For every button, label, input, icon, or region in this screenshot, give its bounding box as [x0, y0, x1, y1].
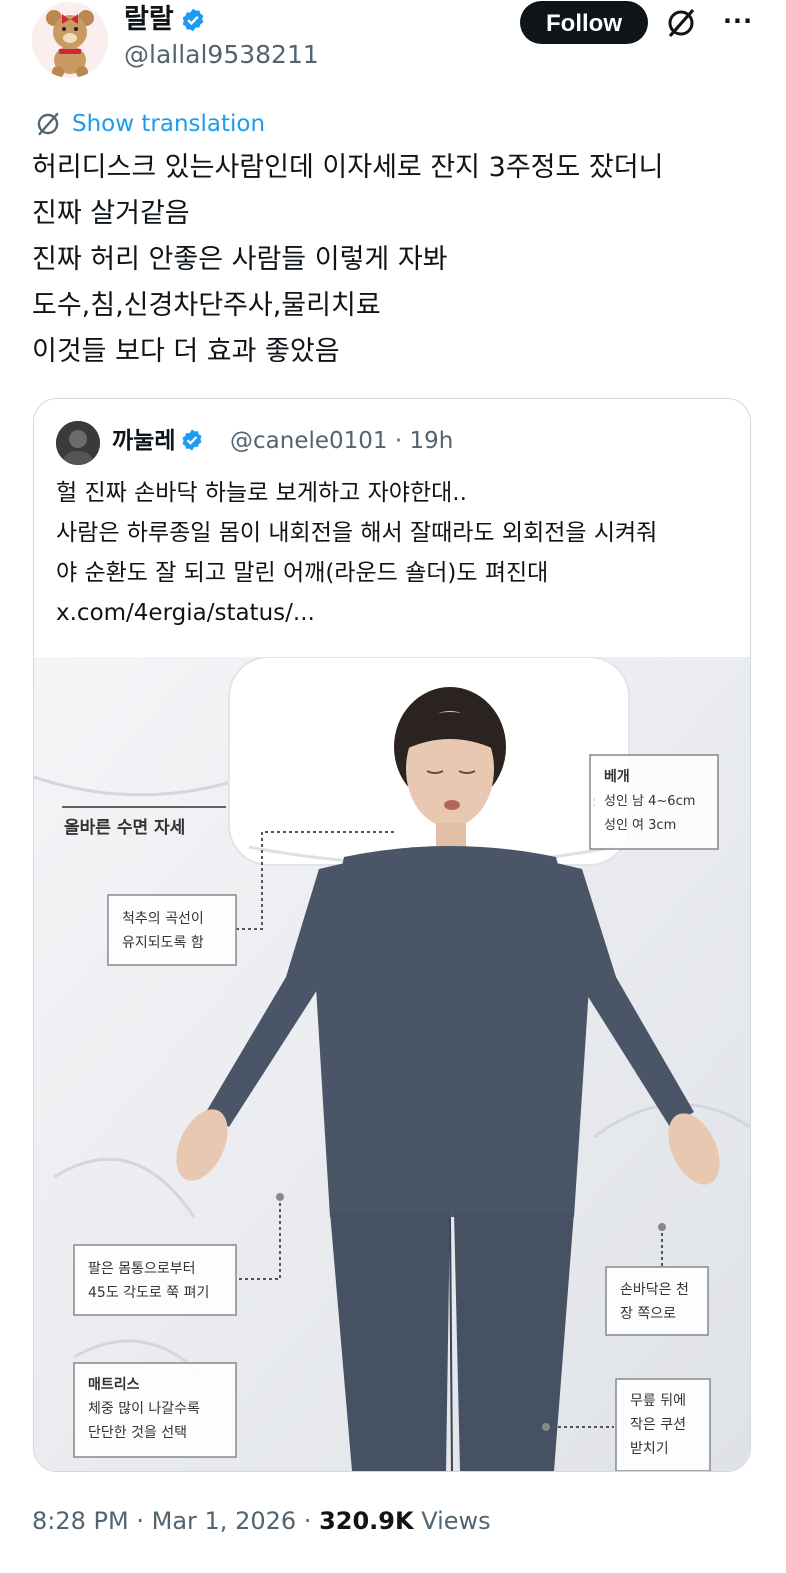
author-handle[interactable]: @lallal9538211	[124, 40, 319, 70]
quoted-post-card[interactable]: 까눌레 @canele0101 · 19h 헐 진짜 손바닥 하늘로 보게하고 …	[33, 398, 751, 1472]
quote-text-line: 야 순환도 잘 되고 말린 어깨(라운드 숄더)도 펴진대	[56, 560, 549, 586]
author-display-name[interactable]: 랄랄	[124, 4, 174, 35]
pillow-label-line: 성인 여 3cm	[604, 818, 676, 833]
mattress-label-line: 단단한 것을 선택	[88, 1425, 187, 1441]
quote-text: 헐 진짜 손바닥 하늘로 보게하고 자야한대.. 사람은 하루종일 몸이 내회전…	[56, 473, 746, 633]
sleeping-posture-illustration: 올바른 수면 자세 베개 성인 남 4~6cm 성인 여 3cm 척추의 곡선이…	[34, 656, 750, 1471]
quote-image[interactable]: 올바른 수면 자세 베개 성인 남 4~6cm 성인 여 3cm 척추의 곡선이…	[34, 656, 750, 1471]
spine-label-line: 척추의 곡선이	[122, 911, 204, 927]
quote-author-name-row[interactable]: 까눌레	[112, 426, 204, 456]
grok-icon	[34, 110, 62, 138]
post-footer: 8:28 PM · Mar 1, 2026 · 320.9K Views	[32, 1505, 491, 1537]
knee-label-line: 작은 쿠션	[630, 1417, 686, 1433]
post-text-line: 진짜 허리 안좋은 사람들 이렇게 자봐	[32, 244, 448, 275]
teddy-bear-avatar-icon	[32, 2, 108, 78]
arm-label-line: 45도 각도로 쭉 펴기	[88, 1285, 209, 1301]
image-title: 올바른 수면 자세	[64, 818, 185, 838]
palm-label-line: 손바닥은 천	[620, 1282, 689, 1298]
quote-author-display-name[interactable]: 까눌레	[112, 428, 175, 454]
pajama-top	[316, 846, 589, 1217]
meta-separator: ·	[394, 428, 403, 454]
knee-label-line: 받치기	[630, 1441, 669, 1457]
verified-badge-icon	[182, 429, 202, 451]
quote-timestamp[interactable]: 19h	[409, 428, 453, 454]
post-text-line: 도수,침,신경차단주사,물리치료	[32, 290, 381, 321]
post-time[interactable]: 8:28 PM	[32, 1507, 129, 1535]
footer-separator: ·	[303, 1507, 312, 1535]
pillow-label-title: 베개	[604, 769, 630, 785]
views-label: Views	[421, 1507, 491, 1535]
views-count: 320.9K	[319, 1507, 414, 1535]
post-date[interactable]: Mar 1, 2026	[152, 1507, 297, 1535]
spine-label-line: 유지되도록 함	[122, 935, 204, 951]
author-name-row[interactable]: 랄랄	[124, 4, 206, 36]
verified-badge-icon	[182, 8, 203, 32]
mattress-label-title: 매트리스	[88, 1377, 140, 1393]
quote-text-line: 헐 진짜 손바닥 하늘로 보게하고 자야한대..	[56, 480, 467, 506]
grok-icon[interactable]	[664, 6, 698, 40]
more-options-button[interactable]: ···	[718, 4, 758, 38]
post-text-line: 이것들 보다 더 효과 좋았음	[32, 336, 340, 367]
quote-link[interactable]: x.com/4ergia/status/...	[56, 593, 746, 633]
post-text-line: 허리디스크 있는사람인데 이자세로 잔지 3주정도 잤더니	[32, 152, 664, 183]
quote-author-avatar[interactable]	[56, 421, 100, 465]
quote-author-handle[interactable]: @canele0101	[230, 428, 388, 454]
author-avatar[interactable]	[32, 2, 108, 78]
palm-label-line: 장 쪽으로	[620, 1306, 676, 1322]
arm-label-line: 팔은 몸통으로부터	[88, 1261, 196, 1277]
post-text: 허리디스크 있는사람인데 이자세로 잔지 3주정도 잤더니 진짜 살거같음 진짜…	[32, 145, 772, 375]
post-text-line: 진짜 살거같음	[32, 198, 190, 229]
show-translation-link[interactable]: Show translation	[72, 108, 265, 140]
follow-button[interactable]: Follow	[520, 1, 648, 44]
quote-meta: @canele0101 · 19h	[230, 426, 453, 456]
quote-text-line: 사람은 하루종일 몸이 내회전을 해서 잘때라도 외회전을 시켜줘	[56, 520, 658, 546]
footer-separator: ·	[136, 1507, 144, 1535]
knee-label-line: 무릎 뒤에	[630, 1393, 686, 1409]
pillow-label-line: 성인 남 4~6cm	[604, 794, 695, 809]
mattress-label-line: 체중 많이 나갈수록	[88, 1401, 200, 1417]
